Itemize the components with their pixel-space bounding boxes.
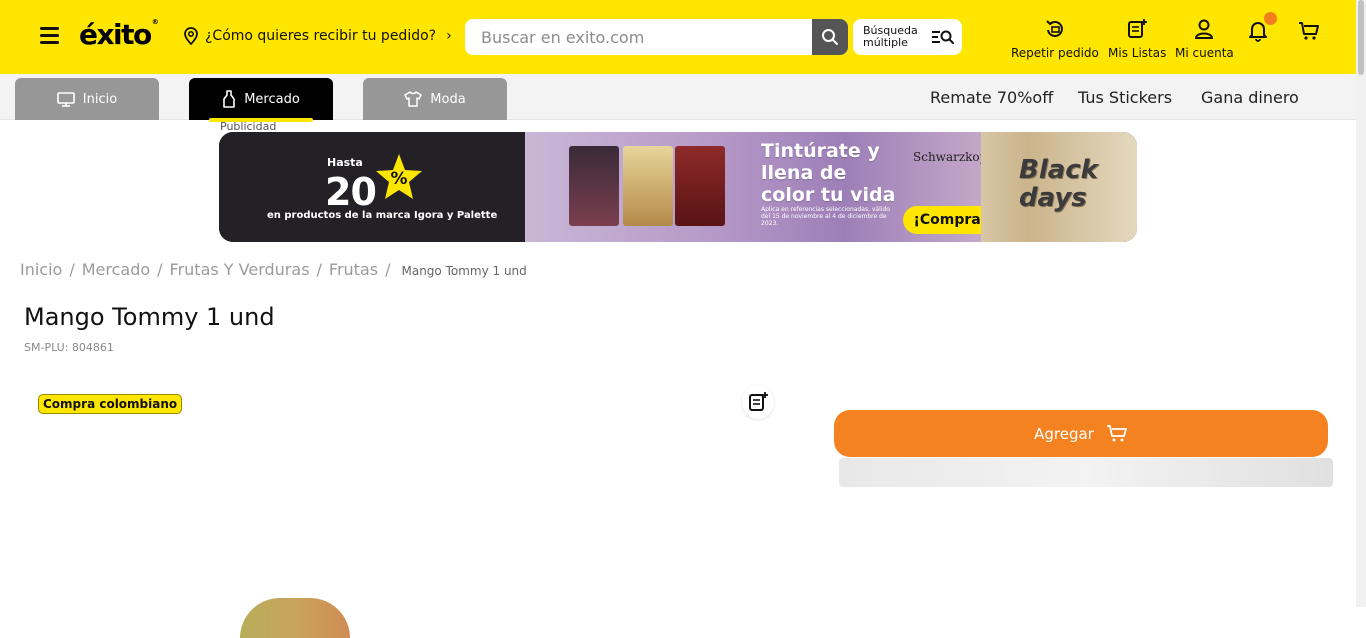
loading-placeholder: [839, 458, 1333, 487]
bottle-icon: [223, 90, 236, 108]
igora-blonde-box-image: [623, 146, 673, 226]
black-days-logo: Black days: [1019, 155, 1098, 213]
breadcrumb-mercado[interactable]: Mercado: [82, 260, 150, 279]
product-title: Mango Tommy 1 und: [24, 303, 275, 331]
star-icon: %: [376, 154, 422, 199]
product-sku: SM-PLU: 804861: [24, 341, 114, 354]
top-header: éxito® ¿Cómo quieres recibir tu pedido? …: [0, 0, 1356, 74]
list-add-icon: [749, 392, 768, 411]
breadcrumb-separator: /: [157, 260, 163, 279]
location-pin-icon: [184, 27, 198, 45]
location-prompt: ¿Cómo quieres recibir tu pedido?: [205, 28, 437, 44]
nav-link-stickers[interactable]: Tus Stickers: [1078, 88, 1172, 107]
banner-product-panel: Tintúrate y llena de color tu vida Aplic…: [525, 132, 1021, 242]
search-input[interactable]: [465, 19, 812, 55]
tab-inicio[interactable]: Inicio: [15, 78, 159, 120]
chevron-right-icon: ›: [446, 28, 452, 44]
cart-button[interactable]: [1298, 20, 1320, 42]
notifications-button[interactable]: [1247, 12, 1277, 45]
multi-search-label: Búsqueda múltiple: [863, 24, 918, 49]
logo-registered-mark: ®: [151, 18, 159, 26]
repeat-order-icon: [1046, 20, 1063, 37]
scrollbar-thumb[interactable]: [1358, 0, 1364, 75]
breadcrumb: Inicio / Mercado / Frutas Y Verduras / F…: [20, 260, 527, 279]
schwarzkopf-logo: Schwarzkopf: [913, 150, 992, 164]
list-search-icon: [932, 30, 954, 44]
monitor-icon: [56, 91, 75, 107]
compra-colombiano-badge: Compra colombiano: [38, 394, 183, 414]
breadcrumb-separator: /: [385, 260, 391, 279]
banner-fine-print: Aplica en referencias seleccionadas, vál…: [761, 206, 890, 227]
add-to-list-button[interactable]: [742, 385, 774, 419]
banner-percent-sign: %: [390, 169, 407, 189]
cart-icon: [1106, 424, 1127, 441]
user-icon: [1195, 19, 1214, 39]
breadcrumb-separator: /: [316, 260, 322, 279]
breadcrumb-frutas-verduras[interactable]: Frutas Y Verduras: [170, 260, 310, 279]
my-lists-button[interactable]: Mis Listas: [1108, 18, 1166, 60]
add-to-cart-label: Agregar: [1034, 424, 1094, 443]
igora-red-box-image: [675, 146, 725, 226]
breadcrumb-inicio[interactable]: Inicio: [20, 260, 62, 279]
my-account-button[interactable]: Mi cuenta: [1175, 18, 1234, 60]
exito-logo[interactable]: éxito®: [79, 18, 159, 51]
breadcrumb-frutas[interactable]: Frutas: [329, 260, 378, 279]
breadcrumb-current: Mango Tommy 1 und: [401, 264, 527, 278]
search-icon: [822, 29, 838, 45]
list-add-icon: [1128, 19, 1148, 38]
repeat-order-button[interactable]: Repetir pedido: [1011, 18, 1099, 60]
my-account-label: Mi cuenta: [1175, 46, 1234, 60]
tab-mercado-label: Mercado: [244, 91, 300, 107]
banner-percent: 20: [325, 170, 377, 214]
repeat-order-label: Repetir pedido: [1011, 46, 1099, 60]
logo-text: éxito: [79, 18, 152, 51]
tab-moda[interactable]: Moda: [363, 78, 507, 120]
tab-inicio-label: Inicio: [82, 91, 118, 107]
nav-link-remate[interactable]: Remate 70%off: [930, 88, 1053, 107]
category-tabs-bar: Inicio Mercado Moda Remate 70%off Tus St…: [0, 74, 1356, 122]
my-lists-label: Mis Listas: [1108, 46, 1167, 60]
delivery-location-selector[interactable]: ¿Cómo quieres recibir tu pedido? ›: [183, 27, 452, 45]
banner-hasta: Hasta: [327, 156, 363, 169]
banner-subtitle: en productos de la marca Igora y Palette: [267, 210, 498, 221]
banner-headline: Tintúrate y llena de color tu vida: [761, 140, 896, 206]
add-to-cart-button[interactable]: Agregar: [834, 410, 1328, 457]
notification-dot: [1264, 12, 1277, 25]
search-bar: [465, 19, 848, 55]
breadcrumb-separator: /: [69, 260, 75, 279]
search-button[interactable]: [812, 19, 848, 55]
promo-banner[interactable]: Hasta 20 % en productos de la marca Igor…: [219, 132, 1137, 242]
tab-moda-label: Moda: [430, 91, 466, 107]
page-scrollbar[interactable]: [1356, 0, 1366, 607]
banner-offer-panel: Hasta 20 % en productos de la marca Igor…: [219, 132, 525, 242]
shirt-icon: [404, 91, 423, 107]
black-days-panel: Black days: [981, 132, 1137, 242]
palette-box-image: [569, 146, 619, 226]
tab-mercado[interactable]: Mercado: [189, 78, 333, 122]
menu-icon[interactable]: [40, 27, 59, 45]
cart-icon: [1299, 22, 1319, 40]
multi-search-button[interactable]: Búsqueda múltiple: [853, 19, 962, 55]
nav-link-gana-dinero[interactable]: Gana dinero: [1201, 88, 1299, 107]
mango-product-image: [240, 598, 350, 638]
